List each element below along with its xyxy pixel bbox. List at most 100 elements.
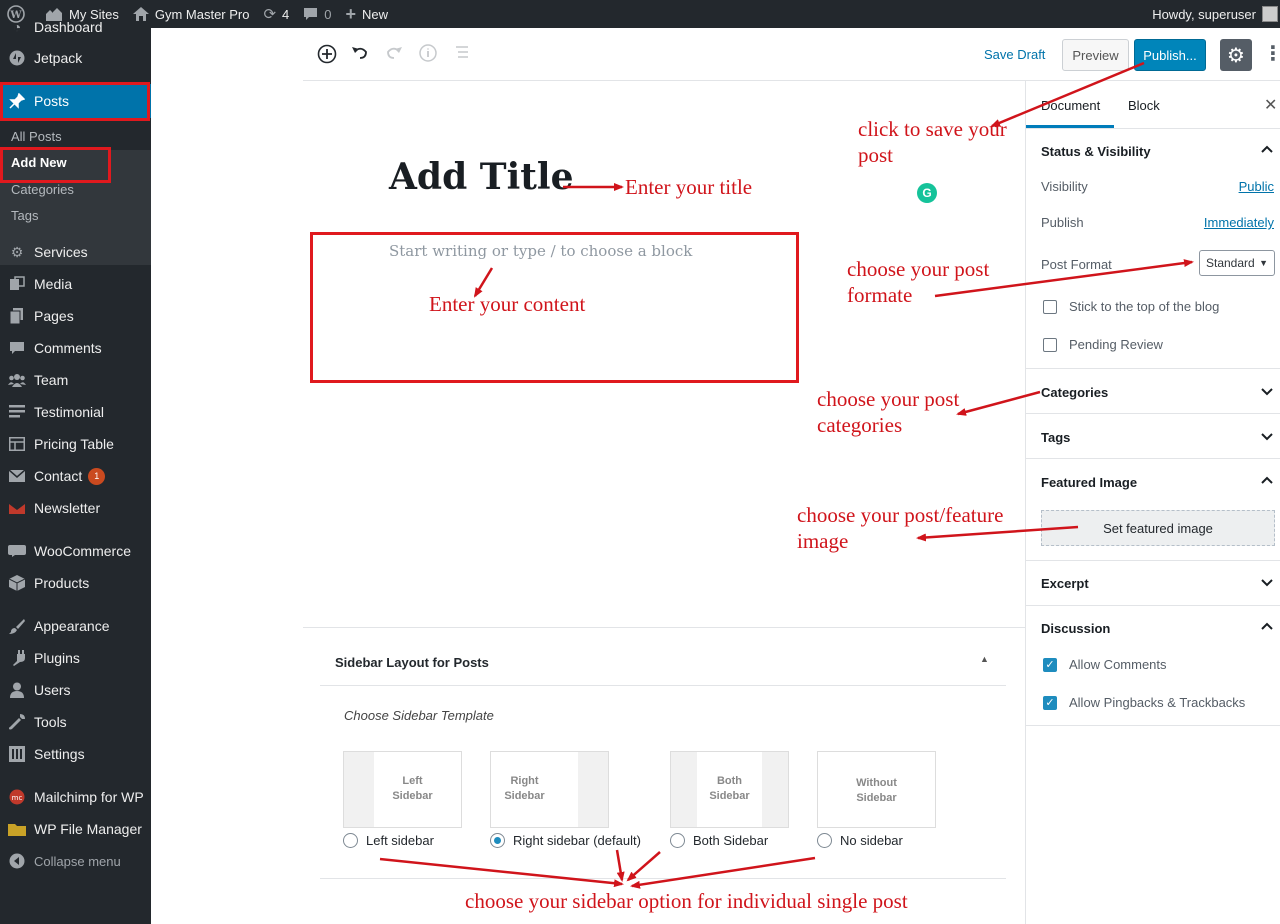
allow-pingbacks-checkbox[interactable]: ✓	[1043, 695, 1057, 710]
menu-item-services[interactable]: ⚙ Services	[0, 236, 151, 268]
divider	[1026, 368, 1280, 369]
allow-comments-row[interactable]: ✓ Allow Comments	[1043, 657, 1167, 672]
close-icon[interactable]: ✕	[1264, 95, 1277, 115]
menu-label: WP File Manager	[34, 821, 142, 837]
menu-item-newsletter[interactable]: Newsletter	[0, 492, 151, 524]
menu-item-settings[interactable]: Settings	[0, 738, 151, 770]
publish-date-link[interactable]: Immediately	[1204, 215, 1274, 230]
menu-item-plugins[interactable]: Plugins	[0, 642, 151, 674]
menu-item-woocommerce[interactable]: WooCommerce	[0, 535, 151, 567]
menu-item-media[interactable]: Media	[0, 268, 151, 300]
pending-review-row[interactable]: Pending Review	[1043, 337, 1163, 352]
submenu-categories[interactable]: Categories	[11, 182, 74, 197]
block-placeholder[interactable]: Start writing or type / to choose a bloc…	[389, 242, 692, 260]
radio-button[interactable]	[343, 833, 358, 848]
radio-button-selected[interactable]	[490, 833, 505, 848]
team-icon	[8, 371, 26, 389]
panel-status-visibility-title[interactable]: Status & Visibility	[1041, 144, 1151, 159]
woocommerce-icon	[8, 542, 26, 560]
template-card-both[interactable]: Both Sidebar	[670, 751, 789, 828]
publish-button[interactable]: Publish...	[1134, 39, 1206, 71]
tab-document[interactable]: Document	[1041, 98, 1100, 113]
visibility-value-link[interactable]: Public	[1239, 179, 1274, 194]
menu-item-pricing-table[interactable]: Pricing Table	[0, 428, 151, 460]
new-content-menu[interactable]: + New	[339, 0, 396, 28]
mailchimp-icon: mc	[8, 788, 26, 806]
menu-item-pages[interactable]: Pages	[0, 300, 151, 332]
radio-label: Left sidebar	[366, 833, 434, 848]
preview-button[interactable]: Preview	[1062, 39, 1129, 71]
menu-label: Pricing Table	[34, 436, 114, 452]
submenu-tags[interactable]: Tags	[11, 208, 38, 223]
chevron-down-icon[interactable]	[1260, 576, 1274, 591]
template-card-left[interactable]: Left Sidebar	[343, 751, 462, 828]
collapse-triangle-icon[interactable]: ▲	[980, 654, 989, 664]
collapse-menu-button[interactable]: Collapse menu	[0, 845, 151, 877]
menu-item-jetpack[interactable]: Jetpack	[0, 42, 151, 74]
menu-item-tools[interactable]: Tools	[0, 706, 151, 738]
menu-item-contact[interactable]: Contact 1	[0, 460, 151, 492]
chevron-up-icon[interactable]	[1260, 142, 1274, 157]
post-format-label: Post Format	[1041, 257, 1112, 272]
post-title-input[interactable]: Add Title	[389, 156, 573, 198]
sticky-checkbox[interactable]	[1043, 299, 1057, 314]
divider	[1026, 605, 1280, 606]
more-options-icon[interactable]: ⋮	[1263, 42, 1280, 66]
panel-tags-title[interactable]: Tags	[1041, 430, 1070, 445]
menu-item-appearance[interactable]: Appearance	[0, 610, 151, 642]
template-card-right[interactable]: Right Sidebar	[490, 751, 609, 828]
menu-item-file-manager[interactable]: WP File Manager	[0, 813, 151, 845]
outline-list-icon[interactable]	[454, 44, 470, 64]
panel-featured-image-title[interactable]: Featured Image	[1041, 475, 1137, 490]
account-menu[interactable]: Howdy, superuser	[1152, 6, 1280, 22]
pending-review-checkbox[interactable]	[1043, 337, 1057, 352]
panel-excerpt-title[interactable]: Excerpt	[1041, 576, 1089, 591]
annotation-line: click to save your	[858, 117, 1007, 141]
menu-item-comments[interactable]: Comments	[0, 332, 151, 364]
submenu-all-posts[interactable]: All Posts	[11, 129, 62, 144]
undo-icon[interactable]	[351, 44, 369, 66]
redo-icon[interactable]	[385, 44, 403, 66]
radio-right-sidebar[interactable]: Right sidebar (default)	[490, 833, 641, 848]
menu-item-products[interactable]: Products	[0, 567, 151, 599]
chevron-down-icon[interactable]	[1260, 430, 1274, 445]
chevron-down-icon[interactable]	[1260, 385, 1274, 400]
card-line: Sidebar	[709, 790, 750, 802]
avatar	[1262, 6, 1278, 22]
add-block-icon[interactable]	[317, 44, 337, 68]
radio-no-sidebar[interactable]: No sidebar	[817, 833, 903, 848]
comments-menu[interactable]: 0	[296, 0, 338, 28]
menu-item-users[interactable]: Users	[0, 674, 151, 706]
caret-down-icon: ▼	[1259, 258, 1268, 268]
sticky-checkbox-row[interactable]: Stick to the top of the blog	[1043, 299, 1219, 314]
radio-button[interactable]	[817, 833, 832, 848]
radio-both-sidebar[interactable]: Both Sidebar	[670, 833, 768, 848]
updates-menu[interactable]: ⟳ 4	[256, 0, 296, 28]
divider	[320, 685, 1006, 686]
tab-block[interactable]: Block	[1128, 98, 1160, 113]
set-featured-image-button[interactable]: Set featured image	[1041, 510, 1275, 546]
chevron-up-icon[interactable]	[1260, 473, 1274, 488]
settings-gear-button[interactable]: ⚙	[1220, 39, 1252, 71]
radio-button[interactable]	[670, 833, 685, 848]
grammarly-icon[interactable]: G	[917, 183, 937, 203]
save-draft-button[interactable]: Save Draft	[984, 47, 1045, 62]
menu-item-mailchimp[interactable]: mc Mailchimp for WP	[0, 781, 151, 813]
info-icon[interactable]	[419, 44, 437, 66]
radio-left-sidebar[interactable]: Left sidebar	[343, 833, 434, 848]
gear-icon: ⚙	[1227, 44, 1245, 67]
radio-label: No sidebar	[840, 833, 903, 848]
menu-item-testimonial[interactable]: Testimonial	[0, 396, 151, 428]
annotation-line: categories	[817, 413, 903, 437]
menu-item-dashboard[interactable]: ◔ Dashboard	[0, 16, 151, 38]
panel-discussion-title[interactable]: Discussion	[1041, 621, 1110, 636]
annotation-line: choose your post	[847, 257, 990, 281]
allow-comments-checkbox[interactable]: ✓	[1043, 657, 1057, 672]
template-card-none[interactable]: Without Sidebar	[817, 751, 936, 828]
post-format-select[interactable]: Standard ▼	[1199, 250, 1275, 276]
panel-categories-title[interactable]: Categories	[1041, 385, 1108, 400]
allow-comments-label: Allow Comments	[1069, 657, 1167, 672]
allow-pingbacks-row[interactable]: ✓ Allow Pingbacks & Trackbacks	[1043, 695, 1245, 710]
chevron-up-icon[interactable]	[1260, 619, 1274, 634]
menu-item-team[interactable]: Team	[0, 364, 151, 396]
